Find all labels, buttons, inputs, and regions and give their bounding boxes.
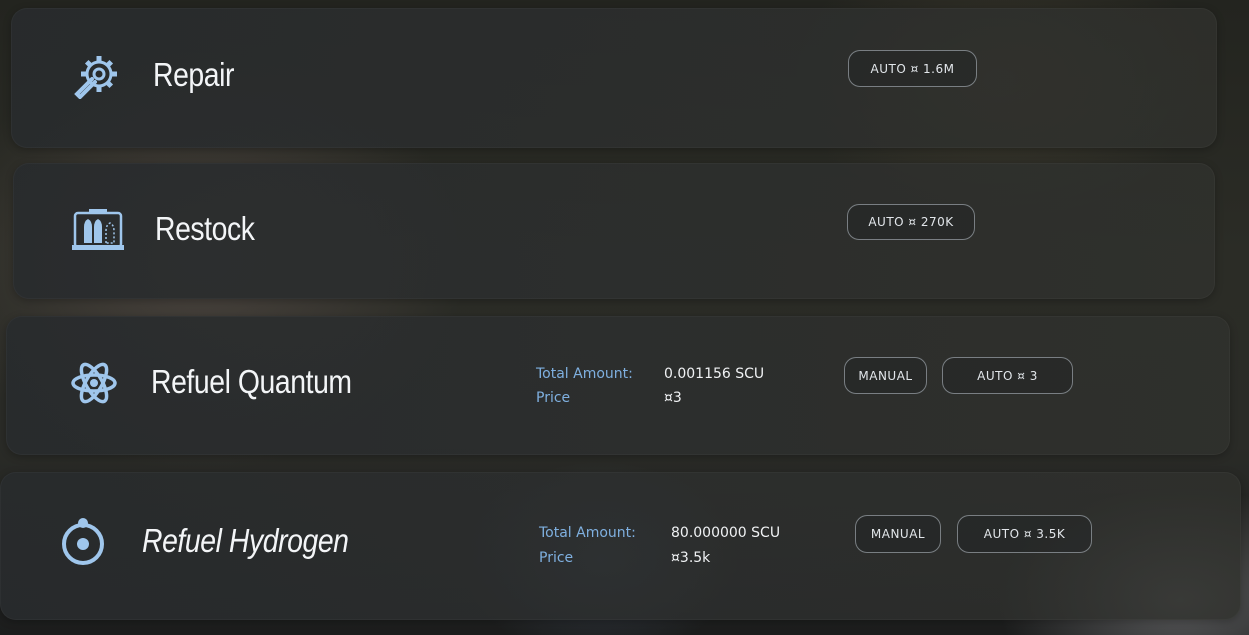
quantum-total-amount-value: 0.001156 SCU	[664, 366, 765, 382]
quantum-manual-button[interactable]: MANUAL	[844, 357, 927, 394]
quantum-total-amount-label: Total Amount:	[536, 366, 633, 382]
hydrogen-total-amount-value: 80.000000 SCU	[671, 525, 781, 541]
wrench-gear-icon	[72, 53, 120, 99]
hydrogen-price-label: Price	[539, 550, 574, 566]
quantum-price-label: Price	[536, 390, 571, 406]
quantum-price-value: ¤3	[664, 390, 682, 406]
hydrogen-auto-button[interactable]: AUTO ¤ 3.5K	[957, 515, 1092, 553]
hydrogen-price-value: ¤3.5k	[671, 550, 711, 566]
refuel-hydrogen-title: Refuel Hydrogen	[142, 522, 349, 559]
refuel-quantum-title: Refuel Quantum	[151, 363, 352, 400]
quantum-auto-button[interactable]: AUTO ¤ 3	[942, 357, 1073, 394]
restock-title: Restock	[155, 210, 255, 247]
ammo-crate-icon	[71, 207, 125, 253]
hydrogen-orbit-icon	[60, 516, 108, 568]
hydrogen-total-amount-label: Total Amount:	[539, 525, 636, 541]
restock-auto-button[interactable]: AUTO ¤ 270K	[847, 204, 975, 240]
atom-icon	[70, 358, 118, 408]
repair-title: Repair	[153, 56, 235, 93]
repair-auto-button[interactable]: AUTO ¤ 1.6M	[848, 50, 977, 87]
hydrogen-manual-button[interactable]: MANUAL	[855, 515, 941, 553]
